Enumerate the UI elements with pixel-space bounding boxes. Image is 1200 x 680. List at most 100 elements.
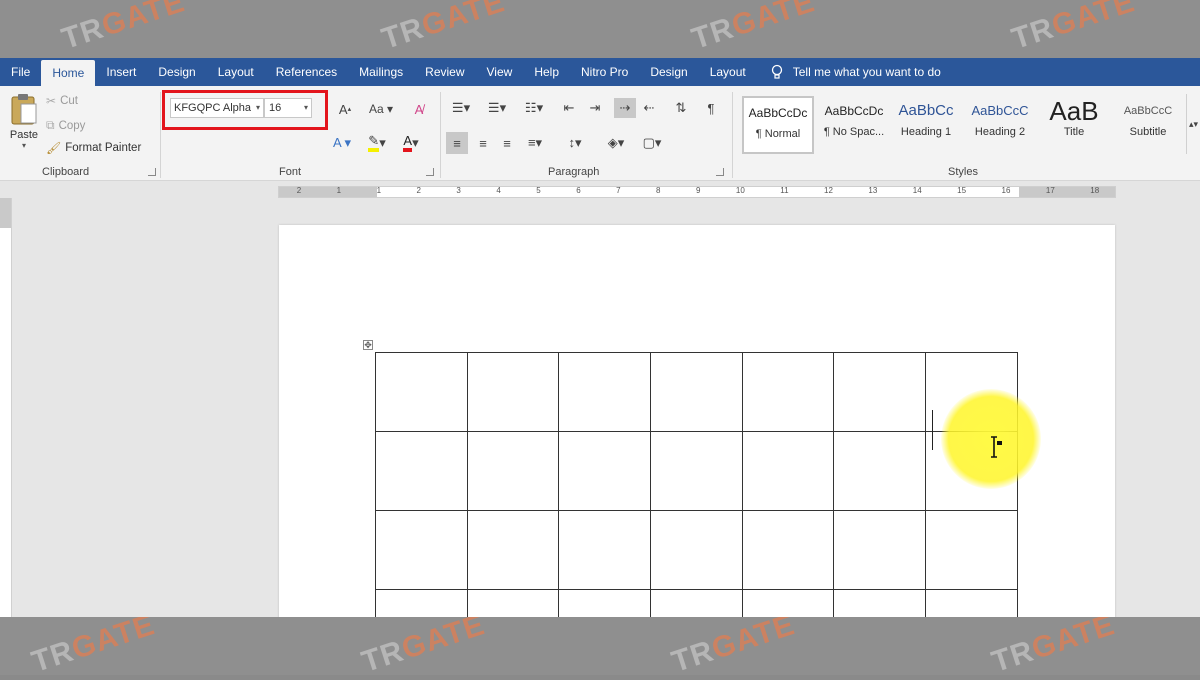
- annotation-highlight-box: [162, 90, 328, 130]
- grow-font-button[interactable]: A ▴: [336, 100, 354, 118]
- tab-references[interactable]: References: [265, 58, 348, 86]
- group-separator: [440, 92, 441, 178]
- watermark-logo: TRGATE: [57, 0, 189, 56]
- ruler-tick-label: 10: [735, 186, 745, 195]
- table-cell[interactable]: [833, 510, 927, 590]
- style-normal[interactable]: AaBbCcDc ¶ Normal: [742, 96, 814, 154]
- table-cell[interactable]: [650, 510, 743, 590]
- multilevel-list-button[interactable]: ☷ ▾: [518, 98, 550, 118]
- table-cell[interactable]: [650, 352, 743, 432]
- table-cell[interactable]: [833, 352, 927, 432]
- tell-me-box[interactable]: Tell me what you want to do: [771, 64, 941, 80]
- justify-icon[interactable]: ≡▾: [520, 132, 550, 154]
- change-case-button[interactable]: Aa ▾: [364, 98, 398, 120]
- tab-table-design[interactable]: Design: [639, 58, 698, 86]
- font-color-button[interactable]: A ▾: [396, 132, 426, 154]
- ruler-tick-label: 16: [1001, 186, 1011, 195]
- ltr-direction-icon[interactable]: ⇢: [614, 98, 636, 118]
- watermark-logo: TRGATE: [687, 0, 819, 56]
- table-cell[interactable]: [558, 431, 652, 511]
- table-cell[interactable]: [741, 352, 835, 432]
- table-cell[interactable]: [466, 431, 560, 511]
- highlight-color-button[interactable]: ✎ ▾: [362, 132, 392, 154]
- table-cell[interactable]: [650, 431, 743, 511]
- clipboard-dialog-launcher[interactable]: [148, 168, 156, 176]
- table-cell[interactable]: [466, 352, 560, 432]
- align-center-icon[interactable]: ≡: [472, 132, 494, 154]
- table-cell[interactable]: [833, 589, 927, 617]
- table-cell[interactable]: [466, 510, 560, 590]
- paragraph-group-label: Paragraph: [548, 166, 600, 178]
- tab-file[interactable]: File: [0, 58, 41, 86]
- numbering-icon: ☰: [487, 100, 500, 115]
- table-cell[interactable]: [558, 510, 652, 590]
- numbering-button[interactable]: ☰ ▾: [482, 98, 512, 118]
- document-table[interactable]: [375, 352, 1018, 617]
- pilcrow-icon[interactable]: ¶: [700, 98, 722, 118]
- sort-icon[interactable]: ⇅: [670, 98, 692, 118]
- style-heading-1[interactable]: AaBbCc Heading 1: [890, 96, 962, 154]
- table-cell[interactable]: [558, 352, 652, 432]
- align-right-icon[interactable]: ≡: [496, 132, 518, 154]
- table-cell[interactable]: [558, 589, 652, 617]
- cut-button[interactable]: ✂ Cut: [46, 94, 78, 108]
- table-cell[interactable]: [741, 510, 835, 590]
- borders-icon[interactable]: ▢▾: [636, 132, 668, 154]
- tab-insert[interactable]: Insert: [95, 58, 147, 86]
- table-cell[interactable]: [741, 431, 835, 511]
- increase-indent-icon[interactable]: ⇥: [584, 98, 606, 118]
- table-cell[interactable]: [741, 589, 835, 617]
- vertical-ruler[interactable]: [0, 198, 12, 617]
- style-preview: AaBbCcC: [971, 103, 1029, 118]
- line-spacing-icon[interactable]: ↕▾: [560, 132, 590, 154]
- decrease-indent-icon[interactable]: ⇤: [558, 98, 580, 118]
- scissors-icon: ✂: [46, 94, 57, 108]
- style-title[interactable]: AaB Title: [1038, 96, 1110, 154]
- text-effects-icon[interactable]: A ▾: [330, 132, 354, 154]
- tab-help[interactable]: Help: [523, 58, 570, 86]
- ruler-tick-label: 2: [296, 186, 302, 195]
- copy-icon: ⧉: [46, 118, 55, 132]
- paste-dropdown-icon[interactable]: ▾: [6, 141, 42, 150]
- clear-formatting-icon[interactable]: A̸: [408, 98, 430, 120]
- tab-layout[interactable]: Layout: [207, 58, 265, 86]
- table-move-handle-icon[interactable]: ✥: [363, 340, 373, 350]
- paragraph-dialog-launcher[interactable]: [716, 168, 724, 176]
- bullets-button[interactable]: ☰ ▾: [446, 98, 476, 118]
- table-cell[interactable]: [925, 589, 1018, 617]
- shading-icon[interactable]: ◈▾: [600, 132, 632, 154]
- watermark-logo: TRGATE: [1007, 0, 1139, 56]
- tab-review[interactable]: Review: [414, 58, 475, 86]
- tab-home[interactable]: Home: [41, 60, 96, 86]
- style-no-spacing[interactable]: AaBbCcDc ¶ No Spac...: [818, 96, 890, 154]
- table-cell[interactable]: [650, 589, 743, 617]
- horizontal-ruler[interactable]: 2 1 1 2 3 4 5 6 7 8 9 10 11 12 13 14 15 16 17 18: [278, 186, 1116, 198]
- tab-view[interactable]: View: [476, 58, 524, 86]
- tab-design[interactable]: Design: [147, 58, 206, 86]
- table-cell[interactable]: [375, 431, 468, 511]
- font-dialog-launcher[interactable]: [426, 168, 434, 176]
- ruler-tick-label: 5: [536, 186, 541, 195]
- tab-table-layout[interactable]: Layout: [699, 58, 757, 86]
- paste-label: Paste: [9, 129, 39, 141]
- styles-scroll-arrows[interactable]: ▴▾: [1186, 94, 1200, 154]
- rtl-direction-icon[interactable]: ⇠: [638, 98, 660, 118]
- table-cell[interactable]: [925, 510, 1018, 590]
- table-cell[interactable]: [375, 510, 468, 590]
- watermark-logo: TRGATE: [27, 608, 159, 679]
- style-subtitle[interactable]: AaBbCcC Subtitle: [1112, 96, 1184, 154]
- tab-nitro-pro[interactable]: Nitro Pro: [570, 58, 639, 86]
- paste-button[interactable]: Paste ▾: [6, 92, 42, 150]
- format-painter-button[interactable]: 🖌 Format Painter: [46, 141, 141, 155]
- table-cell[interactable]: [375, 352, 468, 432]
- tab-mailings[interactable]: Mailings: [348, 58, 414, 86]
- align-left-icon[interactable]: ≡: [446, 132, 468, 154]
- style-preview: AaB: [1049, 96, 1099, 126]
- table-cell[interactable]: [375, 589, 468, 617]
- multilevel-list-icon: ☷: [524, 100, 537, 115]
- copy-button[interactable]: ⧉ Copy: [46, 118, 85, 133]
- table-cell[interactable]: [833, 431, 927, 511]
- table-row: [375, 589, 1018, 617]
- style-heading-2[interactable]: AaBbCcC Heading 2: [964, 96, 1036, 154]
- table-cell[interactable]: [466, 589, 560, 617]
